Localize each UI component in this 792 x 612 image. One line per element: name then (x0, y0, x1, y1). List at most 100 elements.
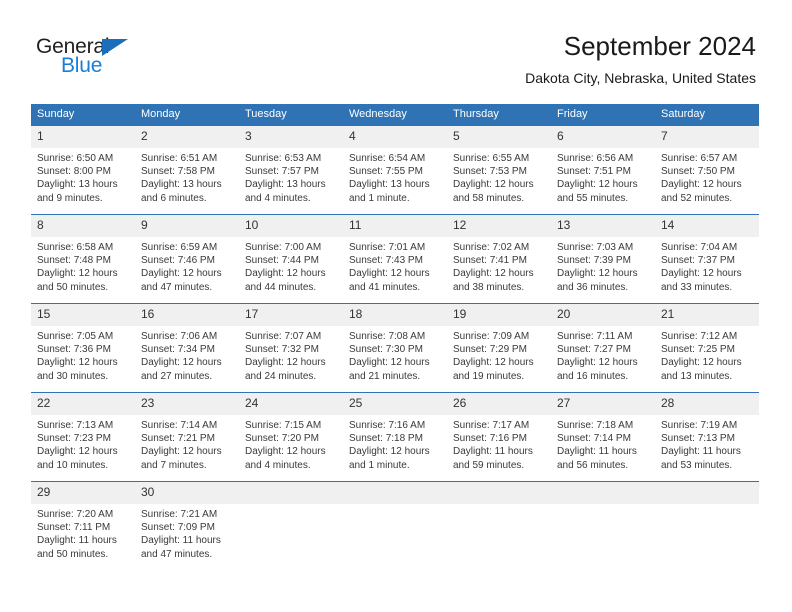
day-number: 16 (135, 304, 239, 326)
day-number: 17 (239, 304, 343, 326)
calendar-day-cell[interactable]: 23 Sunrise: 7:14 AM Sunset: 7:21 PM Dayligh… (135, 392, 239, 482)
calendar-day-cell[interactable]: 4 Sunrise: 6:54 AM Sunset: 7:55 PM Daylight… (343, 125, 447, 215)
daylight-text: Daylight: 12 hours and 13 minutes. (661, 357, 742, 382)
weekday-header-friday: Friday (551, 104, 655, 126)
daylight-text: Daylight: 12 hours and 7 minutes. (141, 446, 222, 471)
sunset-text: Sunset: 7:11 PM (37, 522, 111, 534)
day-number: 21 (655, 304, 759, 326)
day-number: 12 (447, 215, 551, 237)
weekday-header-saturday: Saturday (655, 104, 759, 126)
sunrise-text: Sunrise: 6:50 AM (37, 153, 114, 164)
day-details: Sunrise: 7:08 AM Sunset: 7:30 PM Daylight:… (343, 326, 447, 383)
brand-logo[interactable]: General Blue (36, 36, 216, 84)
daylight-text: Daylight: 12 hours and 33 minutes. (661, 268, 742, 293)
weekday-header-thursday: Thursday (447, 104, 551, 126)
sunset-text: Sunset: 7:39 PM (557, 255, 631, 267)
calendar-day-cell[interactable]: 26 Sunrise: 7:17 AM Sunset: 7:16 PM Dayligh… (447, 392, 551, 482)
calendar-day-cell[interactable]: 28 Sunrise: 7:19 AM Sunset: 7:13 PM Dayligh… (655, 392, 759, 482)
sunrise-text: Sunrise: 7:17 AM (453, 420, 530, 431)
daylight-text: Daylight: 13 hours and 9 minutes. (37, 179, 118, 204)
sunset-text: Sunset: 7:14 PM (557, 433, 631, 445)
sunrise-sunset-calendar: Sunday Monday Tuesday Wednesday Thursday… (31, 104, 759, 570)
calendar-day-cell[interactable]: 25 Sunrise: 7:16 AM Sunset: 7:18 PM Dayligh… (343, 392, 447, 482)
calendar-day-cell[interactable]: 15 Sunrise: 7:05 AM Sunset: 7:36 PM Dayligh… (31, 303, 135, 393)
calendar-page: General Blue September 2024 Dakota City,… (0, 0, 792, 612)
day-number: 30 (135, 482, 239, 504)
calendar-day-cell[interactable]: 24 Sunrise: 7:15 AM Sunset: 7:20 PM Dayligh… (239, 392, 343, 482)
sunrise-text: Sunrise: 7:09 AM (453, 331, 530, 342)
daylight-text: Daylight: 12 hours and 47 minutes. (141, 268, 222, 293)
day-number: 9 (135, 215, 239, 237)
sunrise-text: Sunrise: 7:21 AM (141, 509, 218, 520)
daylight-text: Daylight: 12 hours and 4 minutes. (245, 446, 326, 471)
day-number: 2 (135, 126, 239, 148)
sunrise-text: Sunrise: 7:16 AM (349, 420, 426, 431)
sunset-text: Sunset: 7:23 PM (37, 433, 111, 445)
calendar-day-cell[interactable]: 30 Sunrise: 7:21 AM Sunset: 7:09 PM Dayligh… (135, 481, 239, 570)
calendar-day-cell[interactable]: 5 Sunrise: 6:55 AM Sunset: 7:53 PM Daylight… (447, 125, 551, 215)
daylight-text: Daylight: 12 hours and 50 minutes. (37, 268, 118, 293)
sunset-text: Sunset: 7:27 PM (557, 344, 631, 356)
sunset-text: Sunset: 7:37 PM (661, 255, 735, 267)
calendar-day-cell[interactable]: 7 Sunrise: 6:57 AM Sunset: 7:50 PM Daylight… (655, 125, 759, 215)
daylight-text: Daylight: 12 hours and 16 minutes. (557, 357, 638, 382)
calendar-day-cell[interactable]: 20 Sunrise: 7:11 AM Sunset: 7:27 PM Dayligh… (551, 303, 655, 393)
calendar-day-cell[interactable]: 12 Sunrise: 7:02 AM Sunset: 7:41 PM Dayligh… (447, 214, 551, 304)
calendar-day-cell[interactable]: 14 Sunrise: 7:04 AM Sunset: 7:37 PM Dayligh… (655, 214, 759, 304)
day-details: Sunrise: 7:02 AM Sunset: 7:41 PM Daylight:… (447, 237, 551, 294)
brand-name-blue: Blue (61, 54, 103, 77)
sunrise-text: Sunrise: 7:02 AM (453, 242, 530, 253)
sunrise-text: Sunrise: 6:57 AM (661, 153, 738, 164)
sunset-text: Sunset: 7:21 PM (141, 433, 215, 445)
day-number: 29 (31, 482, 135, 504)
calendar-day-cell[interactable]: 2 Sunrise: 6:51 AM Sunset: 7:58 PM Daylight… (135, 125, 239, 215)
calendar-day-cell[interactable]: 8 Sunrise: 6:58 AM Sunset: 7:48 PM Daylight… (31, 214, 135, 304)
day-number: 14 (655, 215, 759, 237)
daylight-text: Daylight: 12 hours and 52 minutes. (661, 179, 742, 204)
day-number (239, 482, 343, 504)
calendar-day-cell[interactable]: 13 Sunrise: 7:03 AM Sunset: 7:39 PM Dayligh… (551, 214, 655, 304)
sunset-text: Sunset: 7:58 PM (141, 166, 215, 178)
daylight-text: Daylight: 12 hours and 10 minutes. (37, 446, 118, 471)
calendar-day-cell[interactable]: 19 Sunrise: 7:09 AM Sunset: 7:29 PM Dayligh… (447, 303, 551, 393)
day-details: Sunrise: 6:51 AM Sunset: 7:58 PM Daylight:… (135, 148, 239, 205)
day-number (551, 482, 655, 504)
calendar-day-cell[interactable]: 17 Sunrise: 7:07 AM Sunset: 7:32 PM Dayligh… (239, 303, 343, 393)
daylight-text: Daylight: 13 hours and 1 minute. (349, 179, 430, 204)
calendar-day-cell-empty (551, 481, 655, 570)
calendar-day-cell[interactable]: 11 Sunrise: 7:01 AM Sunset: 7:43 PM Dayligh… (343, 214, 447, 304)
sunset-text: Sunset: 7:16 PM (453, 433, 527, 445)
sunset-text: Sunset: 7:48 PM (37, 255, 111, 267)
calendar-day-cell[interactable]: 27 Sunrise: 7:18 AM Sunset: 7:14 PM Dayligh… (551, 392, 655, 482)
daylight-text: Daylight: 12 hours and 1 minute. (349, 446, 430, 471)
sunrise-text: Sunrise: 7:00 AM (245, 242, 322, 253)
calendar-week-row: 22 Sunrise: 7:13 AM Sunset: 7:23 PM Dayligh… (31, 392, 759, 482)
sunset-text: Sunset: 7:25 PM (661, 344, 735, 356)
calendar-day-cell[interactable]: 3 Sunrise: 6:53 AM Sunset: 7:57 PM Daylight… (239, 125, 343, 215)
sunrise-text: Sunrise: 7:01 AM (349, 242, 426, 253)
day-details: Sunrise: 7:07 AM Sunset: 7:32 PM Daylight:… (239, 326, 343, 383)
day-number: 10 (239, 215, 343, 237)
day-number: 13 (551, 215, 655, 237)
day-number: 7 (655, 126, 759, 148)
calendar-day-cell[interactable]: 18 Sunrise: 7:08 AM Sunset: 7:30 PM Dayligh… (343, 303, 447, 393)
calendar-day-cell[interactable]: 22 Sunrise: 7:13 AM Sunset: 7:23 PM Dayligh… (31, 392, 135, 482)
calendar-day-cell[interactable]: 1 Sunrise: 6:50 AM Sunset: 8:00 PM Daylight… (31, 125, 135, 215)
day-number: 19 (447, 304, 551, 326)
sunset-text: Sunset: 7:57 PM (245, 166, 319, 178)
calendar-day-cell[interactable]: 29 Sunrise: 7:20 AM Sunset: 7:11 PM Dayligh… (31, 481, 135, 570)
calendar-day-cell[interactable]: 9 Sunrise: 6:59 AM Sunset: 7:46 PM Daylight… (135, 214, 239, 304)
calendar-day-cell[interactable]: 16 Sunrise: 7:06 AM Sunset: 7:34 PM Dayligh… (135, 303, 239, 393)
day-details: Sunrise: 7:20 AM Sunset: 7:11 PM Daylight:… (31, 504, 135, 561)
calendar-day-cell[interactable]: 10 Sunrise: 7:00 AM Sunset: 7:44 PM Dayligh… (239, 214, 343, 304)
sunrise-text: Sunrise: 7:03 AM (557, 242, 634, 253)
calendar-day-cell[interactable]: 21 Sunrise: 7:12 AM Sunset: 7:25 PM Dayligh… (655, 303, 759, 393)
sunrise-text: Sunrise: 7:13 AM (37, 420, 114, 431)
calendar-day-cell-empty (655, 481, 759, 570)
calendar-day-cell[interactable]: 6 Sunrise: 6:56 AM Sunset: 7:51 PM Daylight… (551, 125, 655, 215)
sunset-text: Sunset: 7:18 PM (349, 433, 423, 445)
sunrise-text: Sunrise: 6:58 AM (37, 242, 114, 253)
sunrise-text: Sunrise: 7:05 AM (37, 331, 114, 342)
calendar-day-cell-empty (239, 481, 343, 570)
day-details: Sunrise: 7:16 AM Sunset: 7:18 PM Daylight:… (343, 415, 447, 472)
